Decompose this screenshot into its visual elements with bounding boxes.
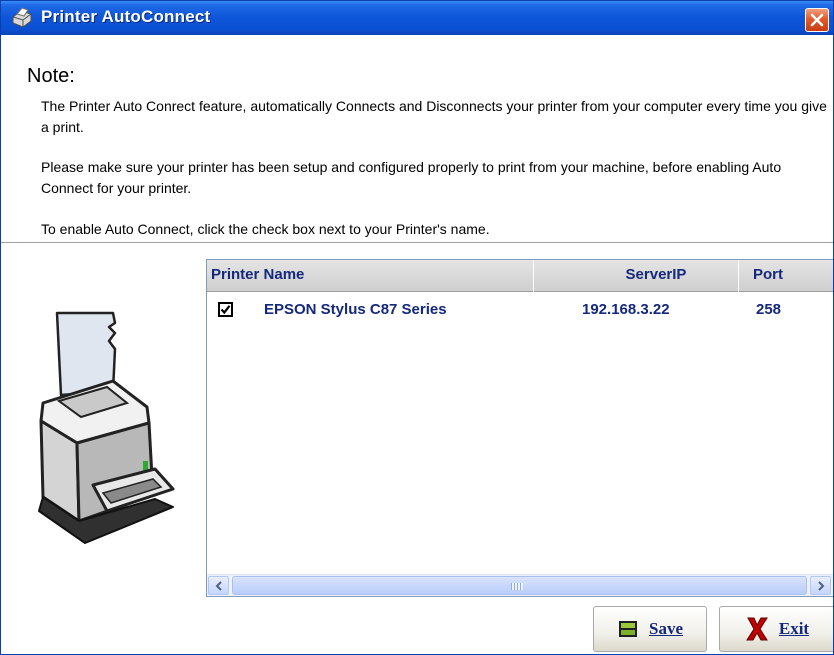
save-button-label: Save [649,619,683,638]
printer-autoconnect-window: Printer AutoConnect Note: The Printer Au… [0,0,834,655]
list-header: Printer Name ServerIP Port [207,260,833,292]
section-divider [1,242,833,244]
port-cell: 258 [756,301,782,318]
chevron-left-icon [215,581,222,591]
column-header-server-ip[interactable]: ServerIP [534,260,739,292]
server-ip-cell: 192.168.3.22 [582,301,670,318]
exit-button[interactable]: Exit [719,606,833,652]
note-paragraph-feature: The Printer Auto Conrect feature, automa… [41,98,827,135]
exit-button-label: Exit [778,619,810,638]
autoconnect-checkbox[interactable] [218,302,233,317]
title-bar[interactable]: Printer AutoConnect [1,1,833,35]
printer-list[interactable]: Printer Name ServerIP Port EPSON Stylus … [206,259,833,597]
printer-app-icon [9,6,35,30]
close-button[interactable] [805,8,829,32]
chevron-right-icon [818,581,825,591]
column-header-port[interactable]: Port [739,260,833,292]
note-heading: Note: [27,65,75,87]
floppy-disk-icon [619,621,637,637]
save-button[interactable]: Save [593,606,707,652]
note-paragraph-setup: Please make sure your printer has been s… [41,159,782,196]
scroll-grip [511,583,523,590]
printer-name-cell: EPSON Stylus C87 Series [264,301,447,318]
horizontal-scrollbar[interactable] [207,574,833,596]
red-x-icon [745,617,768,641]
column-header-printer-name[interactable]: Printer Name [207,260,534,292]
close-icon [810,13,824,27]
checkmark-icon [220,305,231,315]
scroll-left-button[interactable] [208,576,229,595]
printer-row[interactable]: EPSON Stylus C87 Series 192.168.3.22 258 [207,297,833,323]
scroll-thumb[interactable] [232,576,807,595]
printer-illustration [23,311,183,551]
window-title: Printer AutoConnect [41,7,211,26]
scroll-right-button[interactable] [810,576,831,595]
note-paragraph-instruction: To enable Auto Connect, click the check … [41,221,490,237]
